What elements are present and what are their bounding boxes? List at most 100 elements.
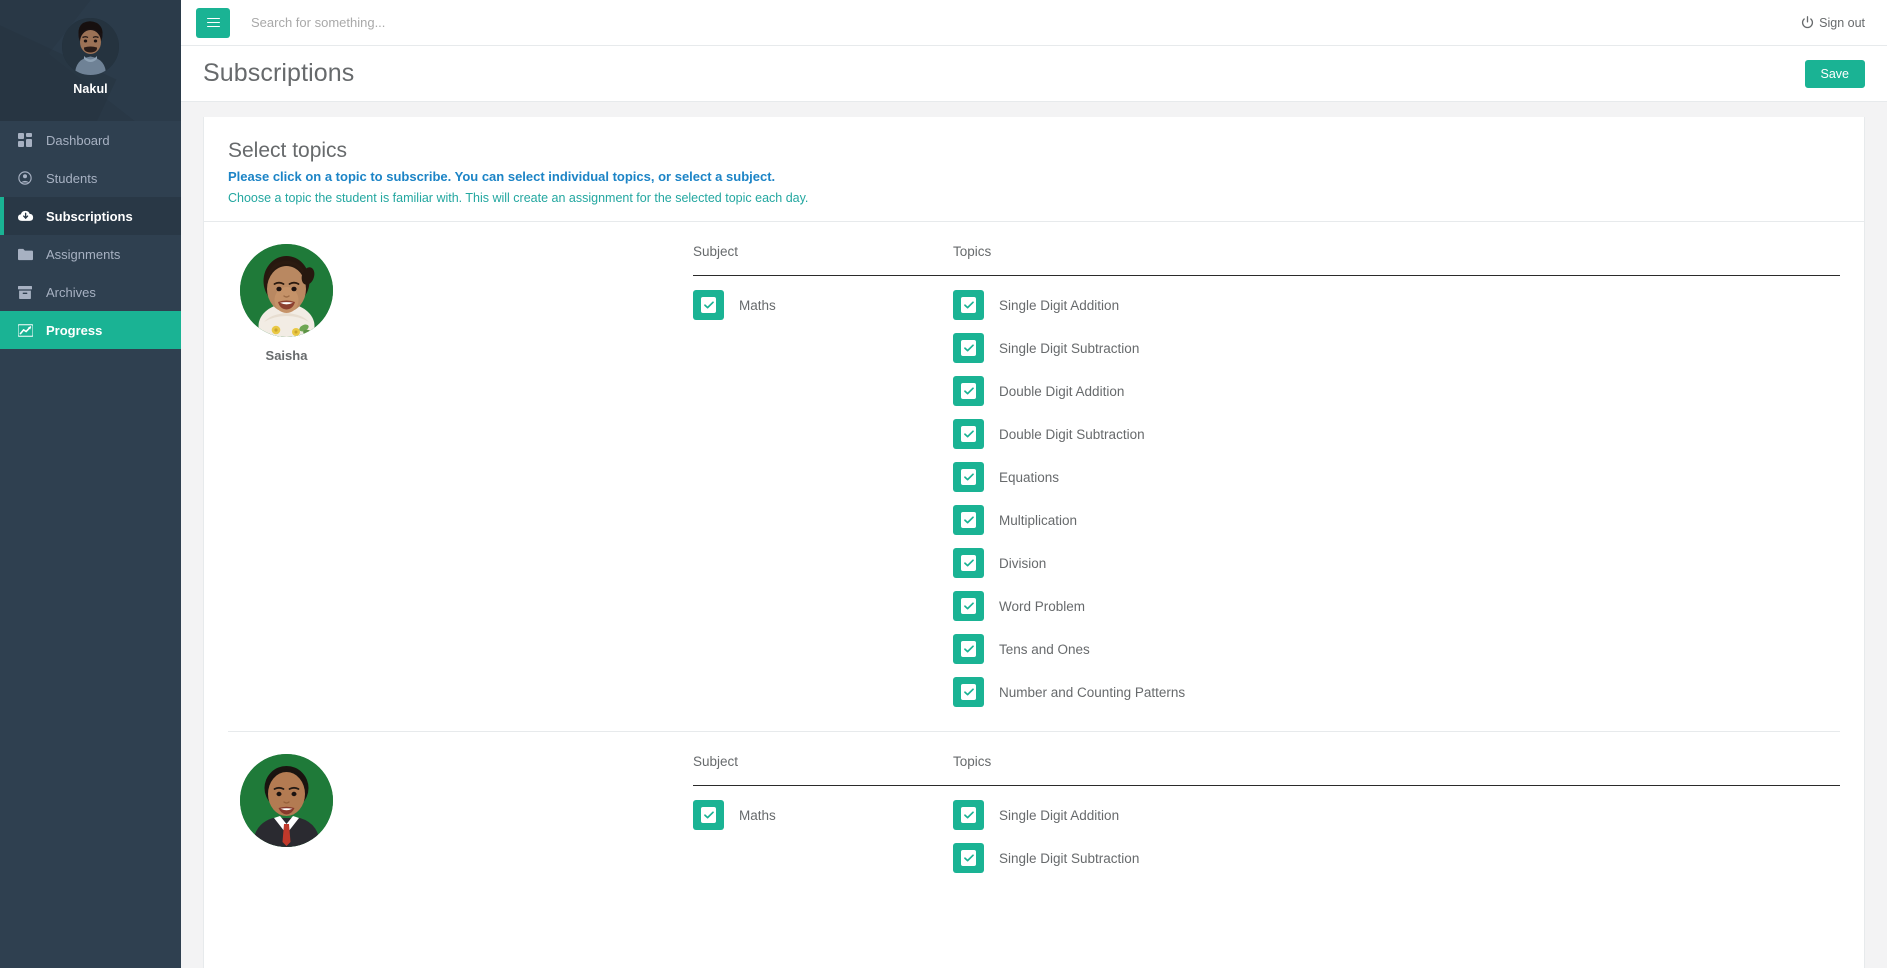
checkbox-inner (961, 598, 976, 614)
checkbox-checked-icon[interactable] (953, 677, 984, 707)
topics-cell: Single Digit Addition Single Digit Subtr… (953, 786, 1840, 873)
hint-secondary: Choose a topic the student is familiar w… (228, 191, 809, 205)
column-header-topics: Topics (953, 244, 1840, 276)
topic-checkbox-row[interactable]: Division (953, 548, 1840, 578)
user-circle-icon (18, 171, 36, 185)
subscriptions-panel: Select topics Please click on a topic to… (203, 117, 1865, 968)
check-mark-icon (963, 811, 974, 819)
hamburger-bars (206, 15, 220, 29)
checkbox-checked-icon[interactable] (953, 800, 984, 830)
checkbox-inner (961, 850, 976, 866)
topic-checkbox-row[interactable]: Single Digit Addition (953, 800, 1840, 830)
student-topics-table: Subject Topics Maths Single Digit Additi… (693, 244, 1840, 707)
checkbox-inner (961, 684, 976, 700)
topic-checkbox-row[interactable]: Double Digit Subtraction (953, 419, 1840, 449)
subject-checkbox-row[interactable]: Maths (693, 290, 953, 320)
topic-checkbox-row[interactable]: Equations (953, 462, 1840, 492)
check-mark-icon (963, 430, 974, 438)
content-scroll-area: Select topics Please click on a topic to… (181, 102, 1887, 968)
sidebar-item-label: Assignments (46, 246, 121, 262)
checkbox-checked-icon[interactable] (953, 505, 984, 535)
power-icon (1801, 16, 1814, 29)
archive-box-icon (18, 285, 36, 299)
subscription-table: Subject Topics Maths Single Digit Additi… (693, 754, 1840, 873)
checkbox-checked-icon[interactable] (953, 376, 984, 406)
save-button[interactable]: Save (1804, 59, 1865, 88)
checkbox-checked-icon[interactable] (953, 634, 984, 664)
check-mark-icon (963, 344, 974, 352)
topic-checkbox-row[interactable]: Word Problem (953, 591, 1840, 621)
sidebar-item-label: Students (46, 170, 98, 186)
checkbox-checked-icon[interactable] (953, 462, 984, 492)
topic-label: Tens and Ones (999, 641, 1090, 657)
checkbox-checked-icon[interactable] (693, 290, 724, 320)
sidebar-item-archives[interactable]: Archives (0, 273, 181, 311)
checkbox-checked-icon[interactable] (953, 333, 984, 363)
topic-checkbox-row[interactable]: Multiplication (953, 505, 1840, 535)
topic-checkbox-row[interactable]: Single Digit Subtraction (953, 843, 1840, 873)
sidebar-item-assignments[interactable]: Assignments (0, 235, 181, 273)
topics-cell: Single Digit Addition Single Digit Subtr… (953, 276, 1840, 707)
sidebar-item-dashboard[interactable]: Dashboard (0, 121, 181, 159)
topic-label: Single Digit Addition (999, 297, 1120, 313)
check-mark-icon (703, 301, 714, 309)
avatar[interactable] (62, 18, 119, 75)
table-row: Maths Single Digit Addition Single Digit… (693, 786, 1840, 873)
topic-label: Single Digit Subtraction (999, 340, 1140, 356)
column-header-topics: Topics (953, 754, 1840, 786)
search-input[interactable] (251, 5, 1802, 40)
hamburger-menu-icon[interactable] (196, 7, 230, 38)
checkbox-checked-icon[interactable] (953, 290, 984, 320)
checkbox-inner (961, 555, 976, 571)
check-mark-icon (963, 516, 974, 524)
chart-line-icon (18, 323, 36, 337)
topic-label: Single Digit Addition (999, 807, 1120, 823)
cloud-download-icon (18, 209, 36, 223)
student-profile-col (228, 754, 693, 873)
sidebar-item-label: Progress (46, 322, 103, 338)
check-mark-icon (963, 301, 974, 309)
column-header-subject: Subject (693, 244, 953, 276)
topic-checkbox-row[interactable]: Number and Counting Patterns (953, 677, 1840, 707)
checkbox-inner (961, 297, 976, 313)
table-header-row: Subject Topics (693, 754, 1840, 786)
student-topics-table: Subject Topics Maths Single Digit Additi… (693, 754, 1840, 873)
checkbox-inner (961, 512, 976, 528)
checkbox-checked-icon[interactable] (953, 419, 984, 449)
checkbox-checked-icon[interactable] (693, 800, 724, 830)
topic-checkbox-row[interactable]: Single Digit Addition (953, 290, 1840, 320)
checkbox-checked-icon[interactable] (953, 548, 984, 578)
checkbox-inner (961, 469, 976, 485)
topic-label: Number and Counting Patterns (999, 684, 1186, 700)
subject-checkbox-row[interactable]: Maths (693, 800, 953, 830)
folder-icon (18, 248, 36, 261)
checkbox-checked-icon[interactable] (953, 843, 984, 873)
checkbox-inner (961, 383, 976, 399)
column-header-subject: Subject (693, 754, 953, 786)
topic-checkbox-row[interactable]: Single Digit Subtraction (953, 333, 1840, 363)
student-profile-col: Saisha (228, 244, 693, 707)
checkbox-inner (961, 340, 976, 356)
sidebar-item-students[interactable]: Students (0, 159, 181, 197)
main-area: Sign out Subscriptions Save Select topic… (181, 0, 1887, 968)
topbar: Sign out (181, 0, 1887, 46)
check-mark-icon (963, 688, 974, 696)
checkbox-checked-icon[interactable] (953, 591, 984, 621)
topic-label: Word Problem (999, 598, 1086, 614)
page-header: Subscriptions Save (181, 46, 1887, 102)
check-mark-icon (963, 602, 974, 610)
topic-checkbox-row[interactable]: Tens and Ones (953, 634, 1840, 664)
checkbox-inner (701, 297, 716, 313)
topic-label: Division (999, 555, 1047, 571)
sidebar-item-label: Dashboard (46, 132, 110, 148)
check-mark-icon (963, 854, 974, 862)
hint-primary: Please click on a topic to subscribe. Yo… (228, 169, 776, 184)
checkbox-inner (701, 807, 716, 823)
sidebar-item-progress[interactable]: Progress (0, 311, 181, 349)
topic-label: Double Digit Addition (999, 383, 1125, 399)
topic-label: Multiplication (999, 512, 1078, 528)
sign-out-button[interactable]: Sign out (1801, 16, 1865, 30)
check-mark-icon (963, 645, 974, 653)
topic-checkbox-row[interactable]: Double Digit Addition (953, 376, 1840, 406)
sidebar-item-subscriptions[interactable]: Subscriptions (0, 197, 181, 235)
